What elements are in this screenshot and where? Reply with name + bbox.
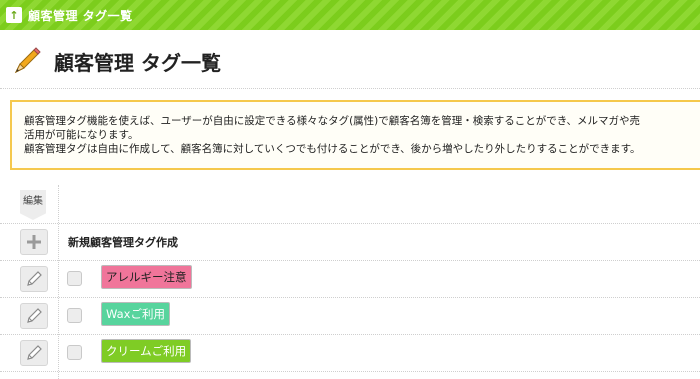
table-header-row bbox=[0, 185, 700, 224]
tag-label: アレルギー注意 bbox=[106, 270, 187, 284]
top-bar: ↑ 顧客管理 タグ一覧 bbox=[0, 0, 700, 30]
tag-select-checkbox[interactable] bbox=[67, 345, 82, 360]
topbar-title: 顧客管理 タグ一覧 bbox=[28, 8, 133, 23]
tag-select-checkbox[interactable] bbox=[67, 271, 82, 286]
pencil-icon bbox=[27, 345, 42, 360]
create-tag-label[interactable]: 新規顧客管理タグ作成 bbox=[68, 234, 178, 250]
page-title: 顧客管理 タグ一覧 bbox=[54, 50, 221, 75]
info-notice: 顧客管理タグ機能を使えば、ユーザーが自由に設定できる様々なタグ(属性)で顧客名簿… bbox=[10, 100, 700, 170]
edit-tag-button[interactable] bbox=[20, 303, 48, 329]
tag-badge[interactable]: Waxご利用 bbox=[101, 302, 170, 326]
edit-tag-button[interactable] bbox=[20, 340, 48, 366]
tag-badge[interactable]: クリームご利用 bbox=[101, 339, 192, 363]
plus-icon bbox=[27, 235, 41, 249]
notice-line: 顧客管理タグ機能を使えば、ユーザーが自由に設定できる様々なタグ(属性)で顧客名簿… bbox=[24, 115, 641, 127]
page-header: 顧客管理 タグ一覧 bbox=[10, 44, 221, 78]
add-tag-button[interactable] bbox=[20, 229, 48, 255]
pencil-icon bbox=[27, 308, 42, 323]
notice-line: 顧客管理タグは自由に作成して、顧客名簿に対していくつでも付けることができ、後から… bbox=[24, 143, 641, 155]
notice-line: 活用が可能になります。 bbox=[24, 129, 139, 141]
pencil-icon bbox=[27, 271, 42, 286]
tag-badge[interactable]: アレルギー注意 bbox=[101, 265, 192, 289]
tag-select-checkbox[interactable] bbox=[67, 308, 82, 323]
edit-tag-button[interactable] bbox=[20, 266, 48, 292]
divider bbox=[0, 88, 700, 89]
tag-label: クリームご利用 bbox=[106, 344, 187, 358]
home-icon[interactable]: ↑ bbox=[6, 7, 22, 23]
tag-label: Waxご利用 bbox=[106, 307, 165, 321]
pencil-icon bbox=[14, 47, 41, 74]
